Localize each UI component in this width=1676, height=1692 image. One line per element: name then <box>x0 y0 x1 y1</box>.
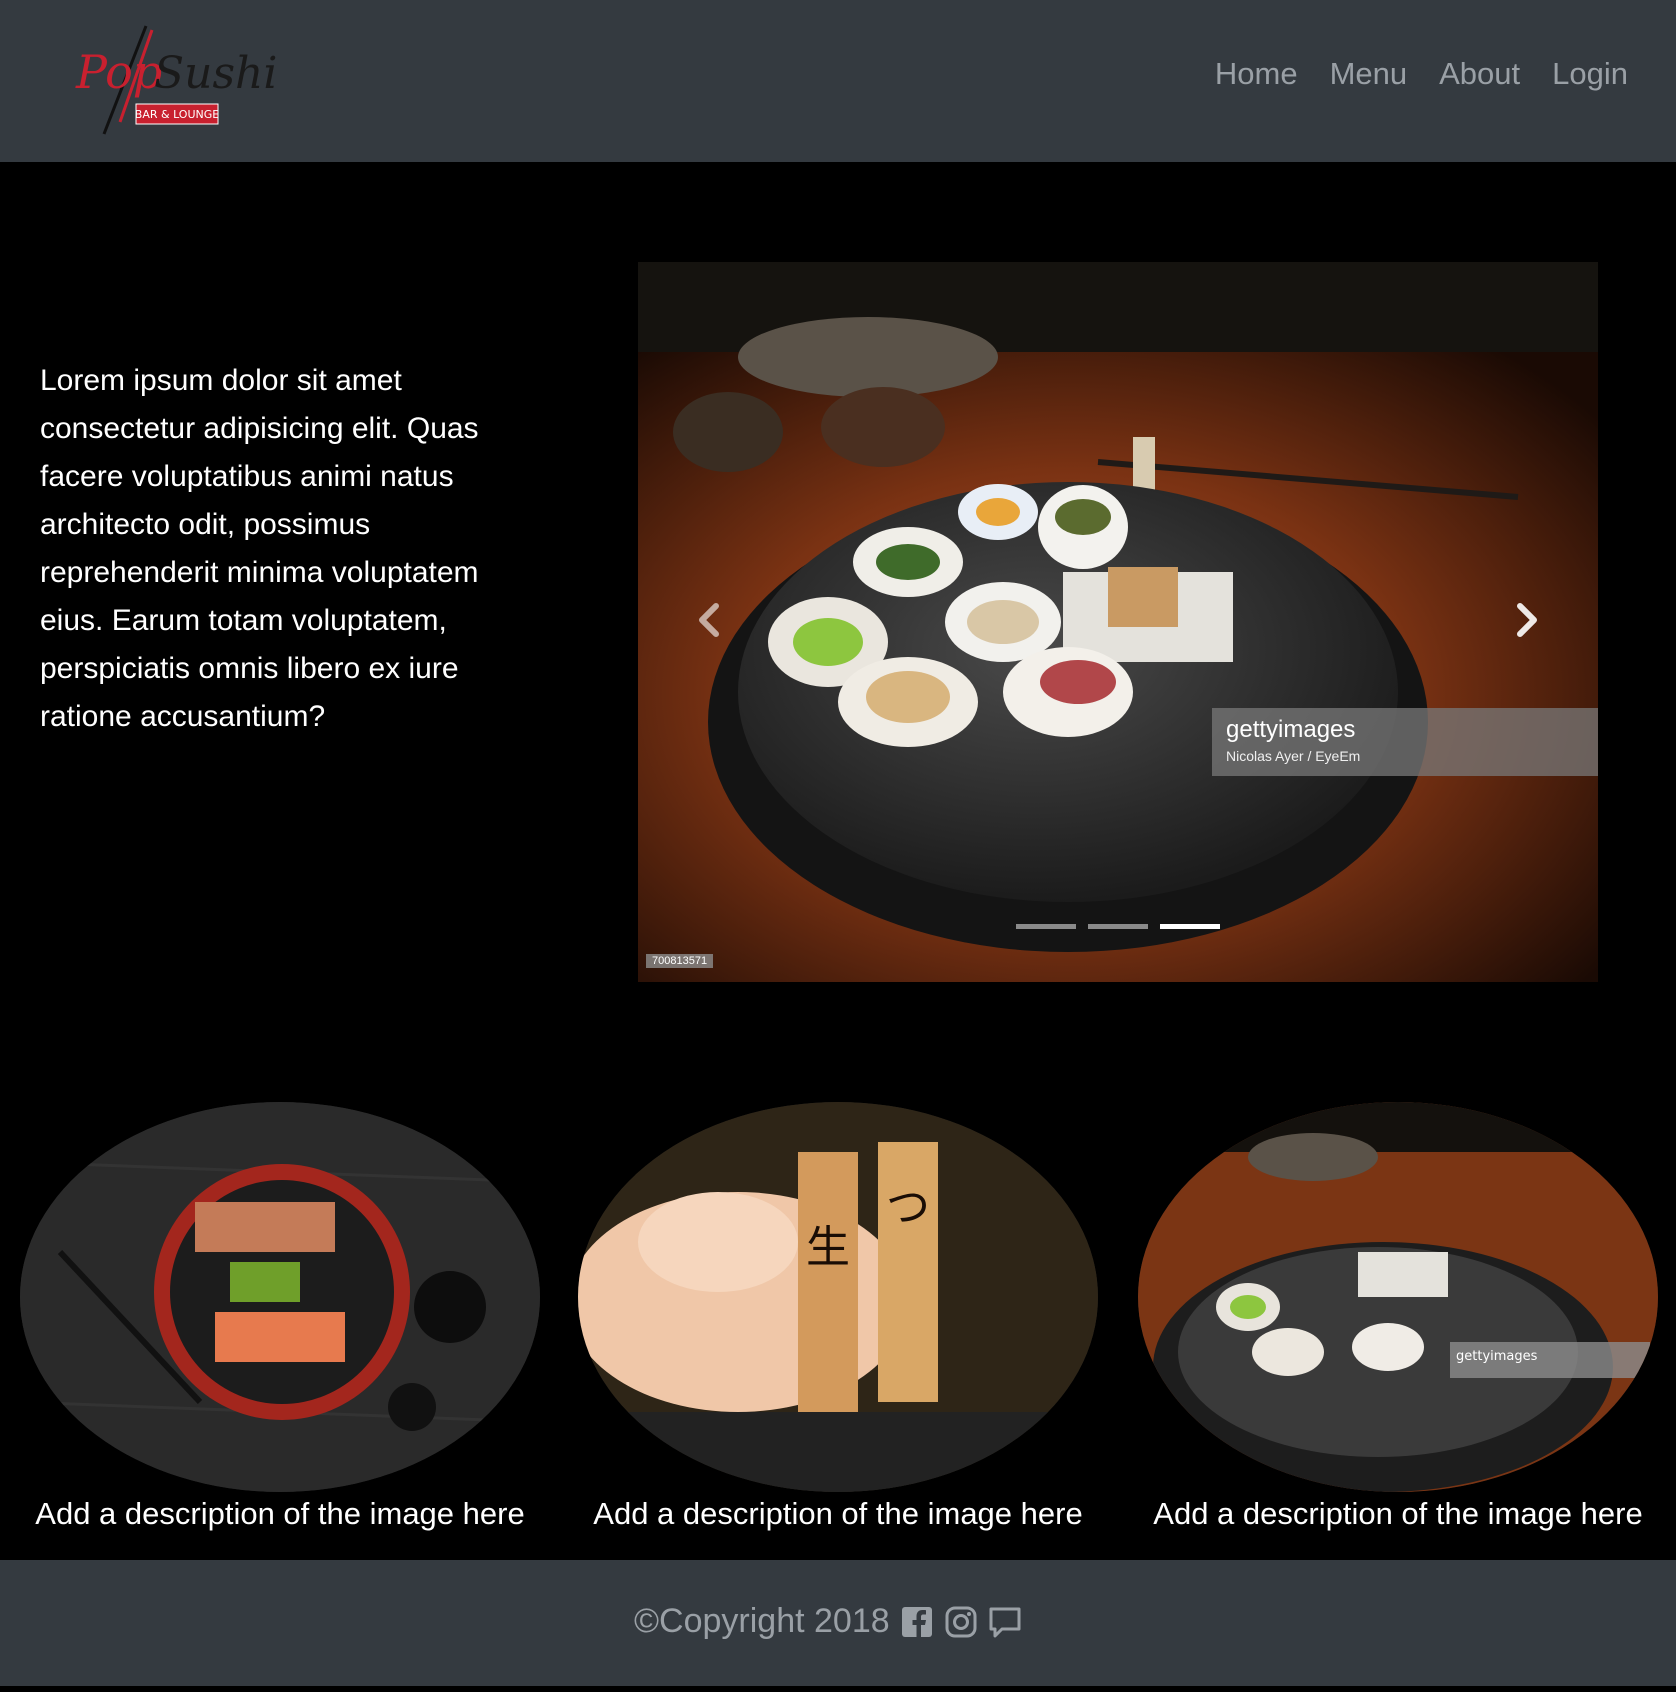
svg-text:Pop: Pop <box>75 45 162 99</box>
carousel-indicators <box>1016 924 1220 929</box>
gallery-image-3: gettyimages <box>1138 1102 1658 1492</box>
svg-text:生: 生 <box>806 1222 850 1273</box>
nav-links: Home Menu About Login <box>1215 56 1628 92</box>
gallery-caption-3: Add a description of the image here <box>1153 1496 1643 1531</box>
gallery-caption-1: Add a description of the image here <box>35 1496 525 1531</box>
gallery-caption-2: Add a description of the image here <box>593 1496 1083 1531</box>
gallery-image-1 <box>20 1102 540 1492</box>
nav-login[interactable]: Login <box>1552 56 1628 92</box>
brand-logo[interactable]: Pop Sushi BAR & LOUNGE <box>68 22 278 138</box>
svg-text:Sushi: Sushi <box>154 48 277 99</box>
getty-logo-text: gettyimages <box>1226 716 1356 743</box>
facebook-icon[interactable] <box>900 1605 934 1639</box>
navbar: Pop Sushi BAR & LOUNGE Home Menu About L… <box>0 0 1676 162</box>
carousel-indicator-3[interactable] <box>1160 924 1220 929</box>
carousel-image <box>638 262 1598 982</box>
nav-about[interactable]: About <box>1439 56 1520 92</box>
getty-credit: Nicolas Ayer / EyeEm <box>1226 748 1361 764</box>
carousel-indicator-2[interactable] <box>1088 924 1148 929</box>
image-id: 700813571 <box>646 954 714 968</box>
chat-icon[interactable] <box>988 1605 1022 1639</box>
svg-text:gettyimages: gettyimages <box>1456 1349 1538 1364</box>
getty-watermark: gettyimages Nicolas Ayer / EyeEm <box>1212 708 1598 776</box>
nav-menu[interactable]: Menu <box>1330 56 1408 92</box>
footer: ©Copyright 2018 <box>0 1560 1676 1686</box>
hero-text: Lorem ipsum dolor sit amet consectetur a… <box>40 364 479 733</box>
copyright-text: ©Copyright 2018 <box>634 1602 890 1640</box>
footer-content: ©Copyright 2018 <box>634 1602 1022 1641</box>
nav-home[interactable]: Home <box>1215 56 1298 92</box>
gallery-image-2: 生 つ <box>578 1102 1098 1492</box>
svg-text:つ: つ <box>886 1182 930 1233</box>
carousel-next-icon[interactable] <box>1506 600 1546 640</box>
svg-text:BAR & LOUNGE: BAR & LOUNGE <box>135 108 219 121</box>
carousel-prev-icon[interactable] <box>690 600 730 640</box>
carousel-indicator-1[interactable] <box>1016 924 1076 929</box>
instagram-icon[interactable] <box>944 1605 978 1639</box>
